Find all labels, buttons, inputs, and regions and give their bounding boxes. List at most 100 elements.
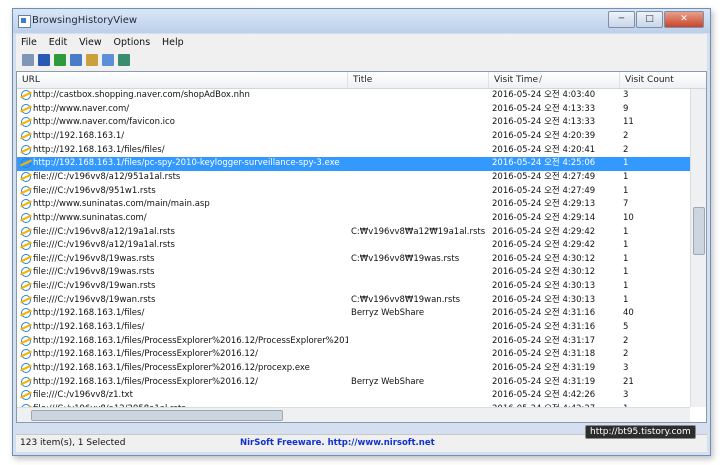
cell-url: http://www.naver.com/ [33, 103, 130, 114]
html-report-icon[interactable] [86, 54, 98, 66]
table-row[interactable]: file:///C:/v196vv8/951w1.rsts 2016-05-24 … [17, 185, 690, 199]
cell-count: 1 [623, 158, 629, 169]
ie-page-icon [21, 103, 31, 114]
cell-time: 2016-05-24 오전 4:30:13 [492, 294, 596, 305]
table-row[interactable]: file:///C:/v196vv8/19was.rsts 2016-05-24 … [17, 266, 690, 280]
save-icon[interactable] [38, 54, 50, 66]
horizontal-scrollbar[interactable] [17, 407, 690, 422]
menu-help[interactable]: Help [157, 34, 188, 48]
properties-icon[interactable] [22, 54, 34, 66]
sort-arrow-icon: / [539, 75, 543, 85]
cell-count: 10 [623, 212, 634, 223]
cell-count: 1 [623, 267, 629, 278]
cell-url: http://www.naver.com/favicon.ico [33, 117, 175, 128]
table-row[interactable]: file:///C:/v196vv8/a12/951a1al.rsts 2016-… [17, 171, 690, 185]
table-row[interactable]: http://192.168.163.1/files/2016-05-24 오전… [17, 321, 690, 335]
maximize-button[interactable]: □ [636, 11, 663, 28]
menu-options[interactable]: Options [108, 34, 154, 48]
cell-time: 2016-05-24 오전 4:29:42 [492, 226, 596, 237]
ie-page-icon [21, 90, 31, 100]
title-bar[interactable]: BrowsingHistoryView ─ □ ✕ [13, 9, 710, 33]
table-row[interactable]: file:///C:/v196vv8/z1.txt 2016-05-24 오전 4… [17, 389, 690, 403]
horizontal-scroll-thumb[interactable] [31, 410, 283, 421]
table-row[interactable]: http://192.168.163.1/files/Berryz WebSha… [17, 307, 690, 321]
vertical-scrollbar[interactable] [690, 89, 706, 407]
cell-time: 2016-05-24 오전 4:25:06 [492, 158, 596, 169]
table-row[interactable]: http://castbox.shopping.naver.com/shopAd… [17, 89, 690, 103]
ie-page-icon [21, 199, 31, 210]
table-row[interactable]: http://192.168.163.1/files/ProcessExplor… [17, 348, 690, 362]
cell-time: 2016-05-24 오전 4:29:13 [492, 199, 596, 210]
table-row[interactable]: file:///C:/v196vv8/19wan.rsts 2016-05-24 … [17, 280, 690, 294]
cell-title: C:₩v196vv8₩19was.rsts [351, 253, 460, 264]
table-row[interactable]: http://www.naver.com/favicon.ico 2016-05-… [17, 116, 690, 130]
column-visit-time[interactable]: Visit Time / [489, 72, 620, 88]
ie-page-icon [21, 185, 31, 196]
table-row[interactable]: http://192.168.163.1/files/files/2016-05… [17, 144, 690, 158]
cell-url: http://www.suninatas.com/ [33, 212, 147, 223]
cell-time: 2016-05-24 오전 4:13:33 [492, 103, 596, 114]
table-row[interactable]: file:///C:/v196vv8/a12/19a1al.rsts 2016-0… [17, 239, 690, 253]
refresh-icon[interactable] [54, 54, 66, 66]
table-row[interactable]: http://www.suninatas.com/2016-05-24 오전 4… [17, 212, 690, 226]
cell-time: 2016-05-24 오전 4:29:42 [492, 240, 596, 251]
cell-count: 1 [623, 294, 629, 305]
cell-time: 2016-05-24 오전 4:03:40 [492, 90, 596, 100]
menu-file[interactable]: File [16, 34, 41, 48]
cell-time: 2016-05-24 오전 4:30:12 [492, 253, 596, 264]
cell-url: file:///C:/v196vv8/a12/19a1al.rsts [33, 240, 175, 251]
ie-page-icon [21, 363, 31, 373]
cell-count: 3 [623, 363, 629, 373]
history-list[interactable]: URL Title Visit Time / Visit Count http:… [16, 71, 707, 423]
cell-count: 1 [623, 240, 629, 251]
column-title[interactable]: Title [348, 72, 489, 88]
table-row[interactable]: file:///C:/v196vv8/19wan.rsts C:₩v196vv8₩… [17, 294, 690, 308]
app-icon [18, 15, 31, 28]
menu-view[interactable]: View [74, 34, 106, 48]
table-row[interactable]: http://192.168.163.1/files/ProcessExplor… [17, 376, 690, 390]
cell-url: http://192.168.163.1/files/ProcessExplor… [33, 349, 259, 360]
ie-page-icon [21, 253, 31, 264]
close-button[interactable]: ✕ [664, 11, 704, 28]
table-row[interactable]: file:///C:/v196vv8/a12/19a1al.rsts C:₩v19… [17, 226, 690, 240]
nirsoft-link[interactable]: NirSoft Freeware. http://www.nirsoft.net [240, 438, 435, 448]
table-row[interactable]: http://192.168.163.1/files/ProcessExplor… [17, 362, 690, 376]
app-window: BrowsingHistoryView ─ □ ✕ File Edit View… [12, 8, 711, 456]
cell-count: 7 [623, 199, 629, 210]
vertical-scroll-thumb[interactable] [693, 207, 705, 255]
cell-url: file:///C:/v196vv8/19wan.rsts [33, 281, 156, 292]
cell-count: 5 [623, 322, 629, 333]
ie-page-icon [21, 240, 31, 251]
ie-page-icon [21, 349, 31, 360]
cell-count: 1 [623, 226, 629, 237]
table-row[interactable]: file:///C:/v196vv8/19was.rsts C:₩v196vv8₩… [17, 253, 690, 267]
column-url[interactable]: URL [17, 72, 348, 88]
cell-time: 2016-05-24 오전 4:31:16 [492, 308, 596, 319]
cell-time: 2016-05-24 오전 4:27:49 [492, 171, 596, 182]
table-row[interactable]: http://www.suninatas.com/main/main.asp 20… [17, 198, 690, 212]
exit-icon[interactable] [118, 54, 130, 66]
cell-title: C:₩v196vv8₩a12₩19a1al.rsts [351, 226, 486, 237]
table-row[interactable]: http://192.168.163.1/2016-05-24 오전 4:20:… [17, 130, 690, 144]
minimize-button[interactable]: ─ [608, 11, 635, 28]
cell-url: http://www.suninatas.com/main/main.asp [33, 199, 210, 210]
ie-page-icon [21, 376, 31, 387]
cell-time: 2016-05-24 오전 4:29:14 [492, 212, 596, 223]
ie-page-icon [21, 144, 31, 155]
cell-count: 1 [623, 253, 629, 264]
cell-url: http://192.168.163.1/files/ProcessExplor… [33, 376, 259, 387]
table-row[interactable]: http://192.168.163.1/files/pc-spy-2010-k… [17, 157, 690, 171]
copy-icon[interactable] [70, 54, 82, 66]
ie-page-icon [21, 117, 31, 128]
table-row[interactable]: http://192.168.163.1/files/ProcessExplor… [17, 335, 690, 349]
cell-url: http://192.168.163.1/files/files/ [33, 144, 165, 155]
cell-time: 2016-05-24 오전 4:31:17 [492, 335, 596, 346]
search-icon[interactable] [102, 54, 114, 66]
ie-page-icon [21, 294, 31, 305]
ie-page-icon [21, 226, 31, 237]
column-visit-count[interactable]: Visit Count [620, 72, 706, 88]
cell-count: 2 [623, 349, 629, 360]
cell-url: file:///C:/v196vv8/z1.txt [33, 390, 133, 401]
table-row[interactable]: http://www.naver.com/2016-05-24 오전 4:13:… [17, 103, 690, 117]
menu-edit[interactable]: Edit [44, 34, 71, 48]
